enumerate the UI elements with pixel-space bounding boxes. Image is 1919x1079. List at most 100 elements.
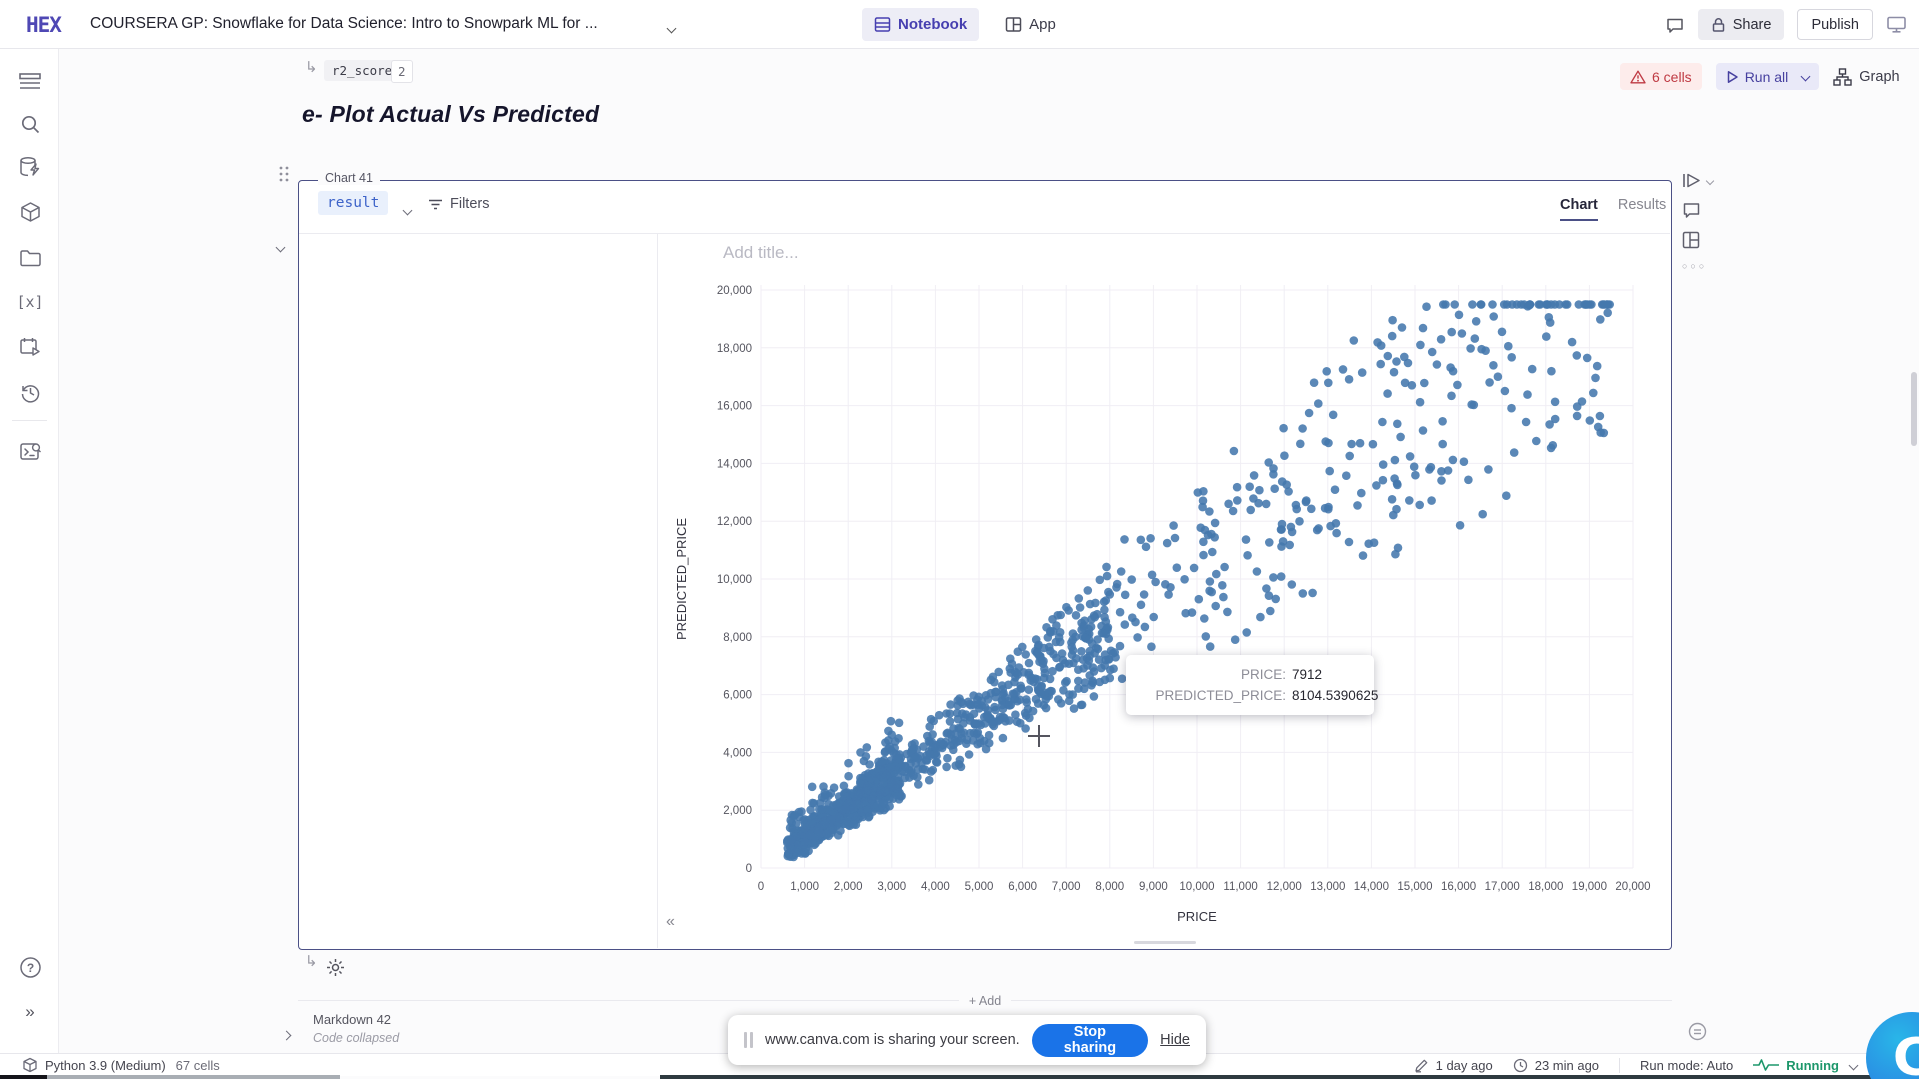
outline-icon[interactable] (17, 69, 43, 95)
clock-icon (1513, 1058, 1528, 1073)
running-label: Running (1786, 1058, 1839, 1073)
cell-layout-button[interactable] (1682, 231, 1713, 249)
play-icon (1726, 70, 1739, 84)
svg-text:5,000: 5,000 (965, 881, 994, 893)
svg-text:11,000: 11,000 (1223, 881, 1257, 893)
svg-text:16,000: 16,000 (717, 401, 752, 413)
tab-notebook-label: Notebook (898, 16, 967, 33)
markdown-collapse-chevron[interactable] (283, 1026, 290, 1044)
magic-terminal-icon[interactable] (17, 439, 43, 465)
hex-logo[interactable]: HEX (26, 13, 61, 37)
filters-button[interactable]: Filters (428, 196, 489, 212)
vertical-scrollbar-thumb[interactable] (1911, 372, 1917, 446)
canva-logo-letter: C (1893, 1028, 1919, 1079)
canva-logo-bubble[interactable]: C (1866, 1012, 1919, 1079)
cell-collapse-chevron[interactable] (277, 238, 284, 256)
tab-notebook[interactable]: Notebook (862, 8, 979, 41)
packages-icon[interactable] (17, 199, 43, 225)
comment-icon[interactable] (1665, 15, 1685, 35)
share-notification-text: www.canva.com is sharing your screen. (765, 1032, 1020, 1048)
notification-drag-handle[interactable] (744, 1032, 753, 1048)
scatter-plot[interactable]: 01,0002,0003,0004,0005,0006,0007,0008,00… (660, 255, 1666, 947)
source-chevron-icon[interactable] (404, 201, 411, 219)
kernel-status[interactable]: Python 3.9 (Medium) (22, 1057, 166, 1073)
markdown-cell-label: Markdown 42 (313, 1012, 391, 1027)
svg-text:10,000: 10,000 (1179, 881, 1214, 893)
svg-text:12,000: 12,000 (717, 516, 752, 528)
notebook-icon (874, 16, 891, 33)
collapse-config-panel-button[interactable]: « (666, 913, 675, 931)
last-run[interactable]: 23 min ago (1513, 1058, 1599, 1073)
sidebar-divider (12, 420, 47, 421)
add-cell-button[interactable]: + Add (959, 994, 1011, 1008)
cell-count-label: 67 cells (176, 1058, 220, 1073)
run-mode-label[interactable]: Run mode: Auto (1640, 1058, 1733, 1073)
expand-sidebar-icon[interactable]: » (17, 999, 43, 1025)
statusbar-divider (1619, 1058, 1620, 1073)
files-icon[interactable] (17, 244, 43, 270)
title-chevron-icon[interactable] (668, 19, 675, 37)
top-bar: HEX COURSERA GP: Snowflake for Data Scie… (0, 0, 1919, 49)
hex-app: HEX COURSERA GP: Snowflake for Data Scie… (0, 0, 1919, 1079)
source-dataframe-select[interactable]: result (318, 191, 388, 215)
r2-score-chip[interactable]: r2_score (324, 60, 400, 81)
run-all-chevron-icon[interactable] (1801, 72, 1811, 82)
publish-label: Publish (1811, 17, 1859, 33)
scheduled-runs-icon[interactable] (17, 334, 43, 360)
hide-notification-link[interactable]: Hide (1160, 1032, 1190, 1048)
running-chevron-icon[interactable] (1849, 1060, 1859, 1070)
cell-drag-handle[interactable] (278, 165, 290, 188)
svg-text:9,000: 9,000 (1139, 881, 1168, 893)
section-heading: e- Plot Actual Vs Predicted (302, 101, 599, 128)
run-cell-chevron-icon[interactable] (1706, 176, 1714, 184)
share-button[interactable]: Share (1698, 9, 1785, 40)
config-chart-divider (657, 234, 658, 948)
cell-label: Chart 41 (318, 171, 380, 185)
svg-text:15,000: 15,000 (1397, 881, 1432, 893)
tab-results[interactable]: Results (1618, 197, 1666, 221)
history-icon[interactable] (17, 379, 43, 405)
data-sources-icon[interactable] (17, 154, 43, 180)
run-all-label: Run all (1745, 69, 1789, 85)
present-screen-icon[interactable] (1886, 15, 1907, 34)
kernel-cube-icon (22, 1057, 38, 1073)
variables-icon[interactable]: [x] (17, 289, 43, 315)
svg-text:14,000: 14,000 (1354, 881, 1389, 893)
tab-app-label: App (1029, 16, 1056, 33)
left-sidebar: [x] ? » (0, 49, 59, 1053)
project-title[interactable]: COURSERA GP: Snowflake for Data Science:… (90, 15, 598, 33)
warning-icon (1630, 70, 1646, 84)
tooltip-price-label: PRICE: (1138, 664, 1286, 685)
cell-gutter: ○○○ (1682, 172, 1713, 283)
tab-chart[interactable]: Chart (1560, 197, 1598, 221)
run-all-button[interactable]: Run all (1716, 63, 1820, 90)
tab-app[interactable]: App (993, 8, 1068, 41)
graph-icon (1833, 68, 1852, 86)
cell-comment-button[interactable] (1682, 201, 1713, 219)
svg-text:6,000: 6,000 (723, 690, 752, 702)
publish-button[interactable]: Publish (1797, 9, 1873, 40)
svg-text:16,000: 16,000 (1441, 881, 1476, 893)
svg-text:6,000: 6,000 (1008, 881, 1037, 893)
svg-text:13,000: 13,000 (1310, 881, 1345, 893)
cell-more-options-button[interactable]: ○○○ (1682, 261, 1713, 271)
stop-sharing-button[interactable]: Stop sharing (1032, 1024, 1149, 1057)
chart-title-input[interactable]: Add title... (723, 243, 799, 263)
horizontal-scrollbar-thumb[interactable] (1134, 941, 1196, 944)
svg-text:4,000: 4,000 (723, 747, 752, 759)
tooltip-price-value: 7912 (1292, 664, 1362, 685)
cell-settings-gear-icon[interactable] (326, 958, 345, 977)
last-edited[interactable]: 1 day ago (1414, 1058, 1493, 1073)
notebook-toolbar: 6 cells Run all Graph (1620, 63, 1900, 90)
search-icon[interactable] (17, 111, 43, 137)
running-status[interactable]: Running (1753, 1058, 1857, 1073)
output-count-chip[interactable]: 2 (391, 60, 413, 83)
help-icon[interactable]: ? (17, 954, 43, 980)
markdown-gutter-icon[interactable] (1688, 1022, 1707, 1041)
error-cells-badge[interactable]: 6 cells (1620, 63, 1702, 90)
graph-button[interactable]: Graph (1833, 68, 1899, 86)
run-cell-button[interactable] (1682, 172, 1713, 189)
svg-text:8,000: 8,000 (723, 632, 752, 644)
share-label: Share (1733, 17, 1772, 33)
svg-text:PRICE: PRICE (1177, 909, 1217, 924)
